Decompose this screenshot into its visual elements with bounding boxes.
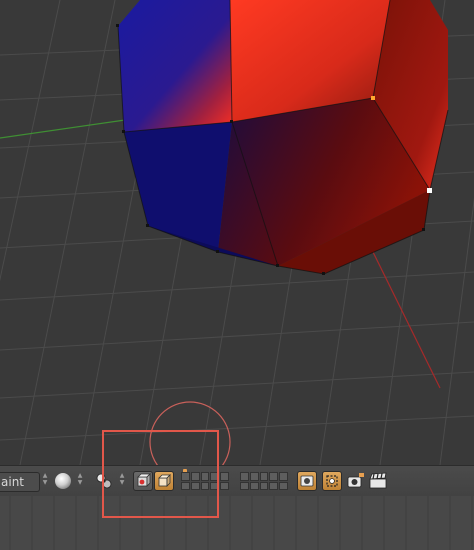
viewport-header: aint ▲ ▼ ▲ ▼ ▲ ▼ [0,465,474,497]
highlight-rectangle [102,430,219,518]
layer-button[interactable] [240,481,249,490]
clapboard-icon[interactable] [368,472,388,490]
camera-icon[interactable] [346,472,366,490]
layer-button[interactable] [259,481,269,490]
layer-button[interactable] [249,472,259,481]
mode-updown-icon[interactable]: ▲ ▼ [40,472,50,490]
x-axis-line [371,249,441,389]
face-top-left [118,0,232,132]
layer-button[interactable] [220,481,229,490]
layer-button[interactable] [269,472,279,481]
3d-viewport[interactable] [0,0,474,465]
active-vertex[interactable] [427,188,432,193]
snap-icon [326,475,338,487]
layer-buttons-group-2[interactable] [240,472,288,490]
shading-updown-icon[interactable]: ▲ ▼ [75,472,85,490]
render-icon [300,475,314,487]
face-front-left [124,122,232,252]
mesh-object[interactable] [116,0,449,275]
layer-button[interactable] [279,481,288,490]
proportional-edit-button[interactable] [297,471,317,491]
y-axis-line [0,119,126,139]
mode-selector[interactable]: aint [0,472,40,492]
layer-button[interactable] [269,481,279,490]
layer-button[interactable] [220,472,229,481]
layer-button[interactable] [249,481,259,490]
layer-button[interactable] [240,472,249,481]
layer-button[interactable] [259,472,269,481]
layer-button[interactable] [279,472,288,481]
selected-vertex[interactable] [371,96,375,100]
timeline-area[interactable] [0,496,474,550]
snap-button[interactable] [322,471,342,491]
viewport-canvas[interactable] [0,0,474,465]
timeline-grid [9,496,473,550]
sphere-shading-icon[interactable] [55,473,71,489]
